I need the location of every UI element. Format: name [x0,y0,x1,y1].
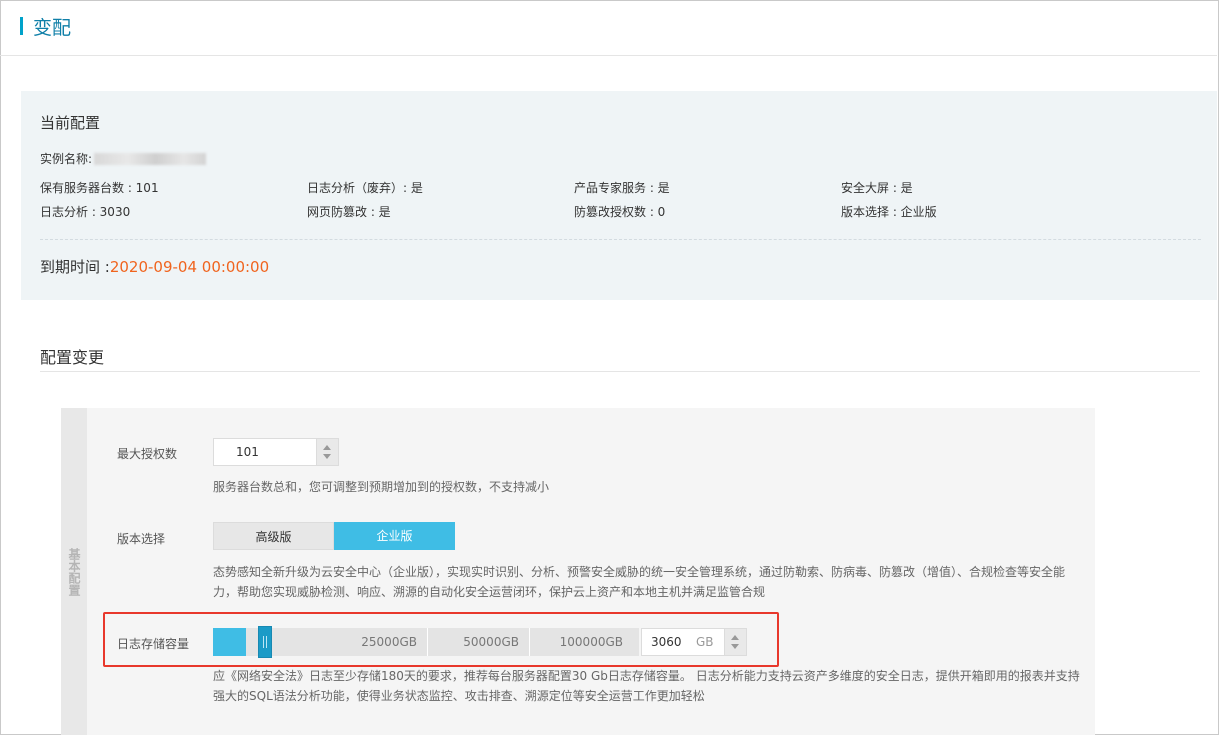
stepper-arrows[interactable] [724,629,746,655]
instance-name-redacted [94,152,207,165]
config-item: 产品专家服务 : 是 [574,181,670,195]
grip-icon [263,636,267,648]
instance-name-label: 实例名称: [40,152,93,166]
version-hint-line2: 力，帮助您实现威胁检测、响应、溯源的自动化安全运营闭环，保护云上资产和本地主机并… [213,585,766,599]
divider [40,239,1201,240]
config-item: 防篡改授权数 : 0 [574,205,666,219]
log-storage-label: 日志存储容量 [117,637,190,651]
max-license-label: 最大授权数 [117,447,178,461]
expire-time: 到期时间 :2020-09-04 00:00:00 [40,256,269,277]
config-item: 保有服务器台数 : 101 [40,181,159,195]
increment-icon[interactable] [731,635,739,640]
title-accent-bar [20,17,23,35]
version-option-advanced[interactable]: 高级版 [213,522,334,550]
current-config-heading: 当前配置 [40,114,101,132]
config-item: 日志分析（废弃）: 是 [307,181,423,195]
section-label: 基本配置 [67,548,81,596]
decrement-icon[interactable] [323,454,331,459]
config-item: 版本选择 : 企业版 [841,205,937,219]
divider [40,371,1200,372]
current-config-panel: 当前配置 实例名称: 保有服务器台数 : 101 日志分析（废弃）: 是 产品专… [21,91,1217,300]
config-item: 安全大屏 : 是 [841,181,913,195]
version-selector[interactable]: 高级版 企业版 [213,522,455,550]
slider-fill [213,628,246,656]
log-storage-slider[interactable]: 25000GB 50000GB 100000GB [213,626,639,658]
page-title: 变配 [33,17,72,39]
slider-mark: 100000GB [559,635,623,649]
slider-tick [529,628,530,656]
log-storage-unit: GB [696,635,714,649]
max-license-stepper[interactable]: 101 [213,438,339,466]
log-storage-value[interactable]: 3060 [651,635,682,649]
slider-tick [427,628,428,656]
stepper-arrows[interactable] [316,439,338,465]
increment-icon[interactable] [323,445,331,450]
page-header: 变配 [0,0,1217,56]
log-storage-hint-line1: 应《网络安全法》日志至少存储180天的要求，推荐每台服务器配置30 Gb日志存储… [213,669,1080,683]
expire-value: 2020-09-04 00:00:00 [109,258,270,276]
slider-mark: 50000GB [463,635,519,649]
max-license-value[interactable]: 101 [236,445,259,459]
config-item: 日志分析 : 3030 [40,205,131,219]
section-sidebar: 基本配置 [61,408,87,735]
instance-name: 实例名称: [40,150,207,167]
slider-handle[interactable] [258,626,272,658]
expire-label: 到期时间 : [40,258,110,276]
max-license-hint: 服务器台数总和，您可调整到预期增加到的授权数，不支持减小 [213,480,550,494]
config-item: 网页防篡改 : 是 [307,205,391,219]
decrement-icon[interactable] [731,644,739,649]
version-option-enterprise[interactable]: 企业版 [334,522,455,550]
log-storage-hint-line2: 强大的SQL语法分析功能，使得业务状态监控、攻击排查、溯源定位等安全运营工作更加… [213,689,705,703]
version-hint-line1: 态势感知全新升级为云安全中心（企业版），实现实时识别、分析、预警安全威胁的统一安… [213,565,1066,579]
config-change-title: 配置变更 [40,348,105,367]
log-storage-input[interactable]: 3060 GB [641,628,747,656]
slider-mark: 25000GB [361,635,417,649]
version-label: 版本选择 [117,532,166,546]
